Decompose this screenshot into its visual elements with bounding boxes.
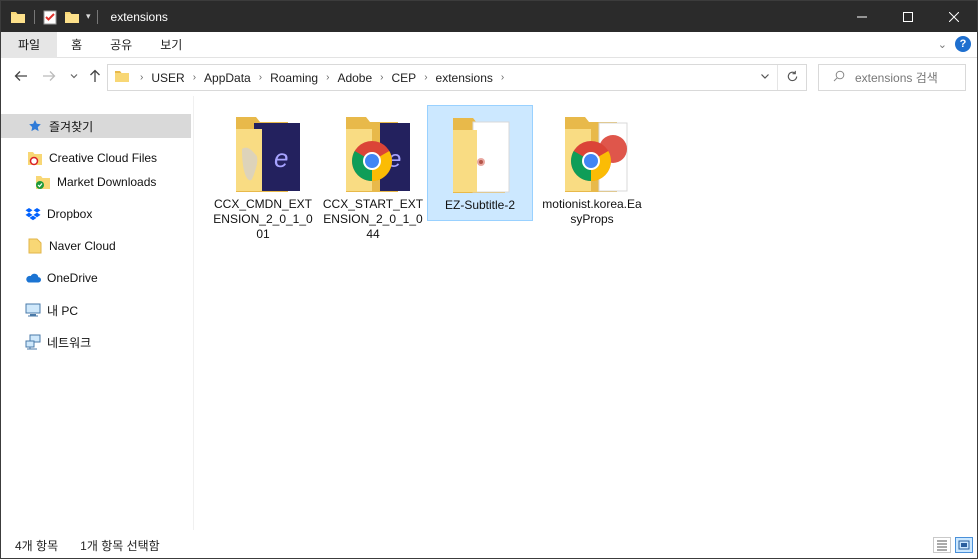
sidebar-item-this-pc[interactable]: 내 PC [1,298,78,322]
chevron-right-icon[interactable]: › [497,72,508,83]
breadcrumb: › USER › AppData › Roaming › Adobe › CEP… [136,71,508,85]
folder-item[interactable]: e CCX_CMDN_EXTENSION_2_0_1_001 [210,105,316,265]
customize-toolbar-icon[interactable]: ▾ [86,11,91,22]
breadcrumb-extensions[interactable]: extensions [432,71,497,85]
back-arrow-icon[interactable] [13,68,29,84]
breadcrumb-cep[interactable]: CEP [388,71,421,85]
properties-icon[interactable] [42,9,58,25]
tab-view[interactable]: 보기 [146,32,196,58]
file-list: e CCX_CMDN_EXTENSION_2_0_1_001 e CCX_STA… [195,96,977,530]
folder-icon [27,238,43,254]
navigation-bar: › USER › AppData › Roaming › Adobe › CEP… [1,58,977,96]
divider [96,9,98,24]
new-folder-icon[interactable] [64,9,80,25]
tab-share[interactable]: 공유 [96,32,146,58]
file-name: CCX_START_EXTENSION_2_0_1_044 [322,197,424,241]
folder-with-adobe-doc-icon: e [218,109,308,195]
quick-access-toolbar: ▾ [1,1,105,32]
sidebar-item-creative-cloud-files[interactable]: Creative Cloud Files [1,146,157,170]
close-button[interactable] [931,1,977,32]
sidebar-item-network[interactable]: 네트워크 [1,330,91,354]
sidebar-item-label: Creative Cloud Files [49,151,158,165]
status-bar: 4개 항목 1개 항목 선택함 [1,532,977,558]
chevron-right-icon[interactable]: › [376,72,387,83]
sidebar-item-label: Market Downloads [57,175,157,189]
svg-text:e: e [274,143,288,173]
network-icon [25,334,41,350]
chevron-right-icon[interactable]: › [255,72,266,83]
forward-arrow-icon[interactable] [41,68,57,84]
address-dropdown-icon[interactable] [760,71,770,84]
sidebar-item-quick-access[interactable]: 즐겨찾기 [1,114,191,138]
folder-item-selected[interactable]: EZ-Subtitle-2 [427,105,533,221]
recent-locations-chevron-icon[interactable] [66,68,82,84]
chevron-right-icon[interactable]: › [189,72,200,83]
search-box[interactable] [818,64,966,91]
details-view-icon[interactable] [933,537,951,553]
sidebar-item-label: Naver Cloud [49,239,116,253]
breadcrumb-appdata[interactable]: AppData [200,71,255,85]
breadcrumb-roaming[interactable]: Roaming [266,71,322,85]
window-controls [839,1,977,32]
view-switcher [929,537,973,553]
window-title: extensions [110,9,168,24]
ribbon-tabs: 파일 홈 공유 보기 ⌄ ? [1,31,977,58]
creative-cloud-folder-icon [27,150,43,166]
chevron-right-icon[interactable]: › [136,72,147,83]
item-count: 4개 항목 [15,538,59,553]
minimize-button[interactable] [839,1,885,32]
sidebar-item-dropbox[interactable]: Dropbox [1,202,92,226]
breadcrumb-user[interactable]: USER [147,71,188,85]
sidebar-item-label: 내 PC [47,303,79,318]
folder-icon [114,68,130,87]
sidebar-item-onedrive[interactable]: OneDrive [1,266,98,290]
tab-home[interactable]: 홈 [57,32,96,58]
sidebar-item-naver-cloud[interactable]: Naver Cloud [1,234,116,258]
search-icon [833,70,845,85]
onedrive-icon [25,270,41,286]
chevron-right-icon[interactable]: › [420,72,431,83]
file-name: EZ-Subtitle-2 [444,198,516,212]
help-icon[interactable]: ? [955,36,971,52]
folder-with-chrome-icon [547,109,637,195]
explorer-window: ▾ extensions 파일 홈 공유 보기 ⌄ ? › USER › App… [0,0,978,559]
selection-count: 1개 항목 선택함 [80,538,160,553]
title-bar: ▾ extensions [1,1,977,32]
pc-icon [25,302,41,318]
large-icons-view-icon[interactable] [955,537,973,553]
maximize-button[interactable] [885,1,931,32]
folder-item[interactable]: e CCX_START_EXTENSION_2_0_1_044 [320,105,426,265]
sidebar-item-label: Dropbox [47,207,93,221]
folder-item[interactable]: motionist.korea.EasyProps [539,105,645,265]
refresh-icon[interactable] [786,70,799,86]
chevron-right-icon[interactable]: › [322,72,333,83]
breadcrumb-adobe[interactable]: Adobe [333,71,376,85]
folder-icon [10,9,26,25]
divider [777,65,778,90]
search-input[interactable] [855,70,965,85]
folder-with-page-icon [435,110,525,196]
dropbox-icon [25,206,41,222]
navigation-pane: 즐겨찾기 Creative Cloud Files Market Downloa… [1,96,194,530]
folder-with-chrome-icon: e [328,109,418,195]
sidebar-item-market-downloads[interactable]: Market Downloads [1,170,156,194]
ribbon-right-controls: ⌄ ? [938,36,971,52]
divider [34,9,35,24]
market-downloads-folder-icon [35,174,51,190]
expand-ribbon-icon[interactable]: ⌄ [938,38,947,51]
up-arrow-icon[interactable] [87,68,103,84]
sidebar-item-label: 네트워크 [47,335,92,350]
sidebar-item-label: OneDrive [47,271,98,285]
sidebar-item-label: 즐겨찾기 [49,119,94,134]
file-name: motionist.korea.EasyProps [542,197,642,226]
address-bar[interactable]: › USER › AppData › Roaming › Adobe › CEP… [107,64,807,91]
file-name: CCX_CMDN_EXTENSION_2_0_1_001 [213,197,313,241]
star-icon [27,118,43,134]
tab-file[interactable]: 파일 [1,31,58,58]
